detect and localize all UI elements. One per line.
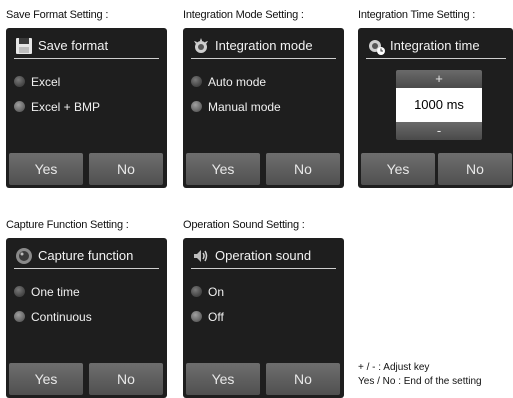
speaker-icon [194, 250, 208, 262]
button-bar: Yes No [183, 360, 344, 398]
integration-time-value: 1000 ms [396, 88, 482, 122]
save-format-screen: Save format Excel Excel + BMP Yes No [6, 28, 167, 188]
yes-button[interactable]: Yes [186, 363, 260, 395]
option-label: Auto mode [208, 75, 267, 89]
radio-icon [191, 76, 202, 87]
yes-button[interactable]: Yes [9, 153, 83, 185]
radio-icon [14, 76, 25, 87]
screen-header: Operation sound [191, 246, 336, 269]
option-label: Excel [31, 75, 61, 89]
option-label: One time [31, 285, 80, 299]
floppy-disk-icon [16, 38, 32, 54]
screen-header: Save format [14, 36, 159, 59]
screen-title: Integration time [390, 38, 480, 53]
radio-icon [14, 286, 25, 297]
screen-title: Capture function [38, 248, 134, 263]
screen-title: Operation sound [215, 248, 312, 263]
yes-button[interactable]: Yes [361, 153, 435, 185]
plus-button[interactable]: + [396, 70, 482, 88]
legend-end-setting: Yes / No : End of the setting [358, 376, 482, 387]
option-label: Off [208, 310, 224, 324]
minus-button[interactable]: - [396, 122, 482, 140]
integration-mode-screen: Integration mode Auto mode Manual mode Y… [183, 28, 344, 188]
option-label: Excel + BMP [31, 100, 101, 114]
operation-sound-caption: Operation Sound Setting : [183, 219, 305, 231]
screen-header: Integration mode [191, 36, 336, 59]
no-button[interactable]: No [266, 153, 340, 185]
button-bar: Yes No [6, 360, 167, 398]
capture-function-screen: Capture function One time Continuous Yes… [6, 238, 167, 398]
screen-header: Integration time [366, 36, 506, 59]
option-label: On [208, 285, 225, 299]
integration-mode-caption: Integration Mode Setting : [183, 9, 304, 21]
option-label: Manual mode [208, 100, 281, 114]
radio-icon [191, 101, 202, 112]
radio-icon [191, 286, 202, 297]
no-button[interactable]: No [266, 363, 340, 395]
radio-icon [14, 101, 25, 112]
integration-icon [194, 38, 208, 53]
yes-button[interactable]: Yes [9, 363, 83, 395]
operation-sound-screen: Operation sound On Off Yes No [183, 238, 344, 398]
button-bar: Yes No [358, 150, 513, 188]
legend-adjust-key: + / - : Adjust key [358, 362, 430, 373]
radio-icon [191, 311, 202, 322]
button-bar: Yes No [183, 150, 344, 188]
screen-header: Capture function [14, 246, 159, 269]
no-button[interactable]: No [438, 153, 512, 185]
screen-title: Save format [38, 38, 109, 53]
integration-time-stepper: + 1000 ms - [396, 70, 482, 140]
camera-lens-icon [16, 248, 32, 264]
save-format-caption: Save Format Setting : [6, 9, 109, 21]
no-button[interactable]: No [89, 363, 163, 395]
yes-button[interactable]: Yes [186, 153, 260, 185]
integration-time-screen: Integration time + 1000 ms - Yes No [358, 28, 513, 188]
capture-function-caption: Capture Function Setting : [6, 219, 129, 231]
screen-title: Integration mode [215, 38, 313, 53]
button-bar: Yes No [6, 150, 167, 188]
integration-time-caption: Integration Time Setting : [358, 9, 476, 21]
integration-clock-icon [369, 40, 385, 55]
no-button[interactable]: No [89, 153, 163, 185]
option-label: Continuous [31, 310, 92, 324]
radio-icon [14, 311, 25, 322]
